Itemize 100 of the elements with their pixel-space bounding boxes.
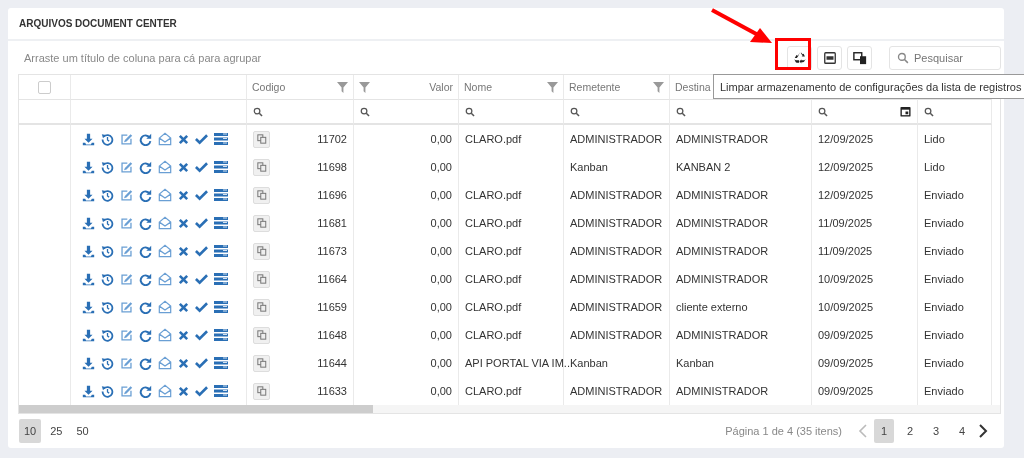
close-icon[interactable] <box>178 161 189 173</box>
edit-icon[interactable] <box>120 132 133 146</box>
download-icon[interactable] <box>82 384 95 398</box>
download-icon[interactable] <box>82 244 95 258</box>
history-icon[interactable] <box>101 384 114 398</box>
list-icon[interactable] <box>214 357 228 369</box>
history-icon[interactable] <box>101 356 114 370</box>
close-icon[interactable] <box>178 189 189 201</box>
refresh-icon[interactable] <box>139 244 152 258</box>
envelope-icon[interactable] <box>158 188 172 202</box>
check-icon[interactable] <box>195 273 208 285</box>
check-icon[interactable] <box>195 133 208 145</box>
column-header[interactable]: Remetente <box>569 81 621 93</box>
refresh-icon[interactable] <box>139 328 152 342</box>
select-all-checkbox[interactable] <box>38 80 51 94</box>
close-icon[interactable] <box>178 133 189 145</box>
search-icon[interactable] <box>465 106 475 117</box>
download-icon[interactable] <box>82 300 95 314</box>
list-icon[interactable] <box>214 329 228 341</box>
edit-icon[interactable] <box>120 244 133 258</box>
page-size-button[interactable]: 50 <box>71 419 94 443</box>
download-icon[interactable] <box>82 356 95 370</box>
list-icon[interactable] <box>214 301 228 313</box>
refresh-icon[interactable] <box>139 160 152 174</box>
close-icon[interactable] <box>178 273 189 285</box>
check-icon[interactable] <box>195 357 208 369</box>
page-button[interactable]: 2 <box>900 419 920 443</box>
search-icon[interactable] <box>676 106 686 117</box>
history-icon[interactable] <box>101 160 114 174</box>
envelope-icon[interactable] <box>158 384 172 398</box>
column-header[interactable]: Nome <box>464 81 492 93</box>
history-icon[interactable] <box>101 132 114 146</box>
column-header[interactable]: Codigo <box>252 81 286 93</box>
close-icon[interactable] <box>178 301 189 313</box>
refresh-icon[interactable] <box>139 356 152 370</box>
edit-icon[interactable] <box>120 216 133 230</box>
download-icon[interactable] <box>82 328 95 342</box>
edit-icon[interactable] <box>120 272 133 286</box>
refresh-icon[interactable] <box>139 384 152 398</box>
copy-button[interactable] <box>253 186 270 204</box>
next-page-icon[interactable] <box>978 424 988 438</box>
column-chooser-button[interactable] <box>847 45 872 70</box>
spreadsheet-export-button[interactable] <box>817 45 842 70</box>
history-icon[interactable] <box>101 244 114 258</box>
copy-button[interactable] <box>253 158 270 176</box>
refresh-icon[interactable] <box>139 132 152 146</box>
history-icon[interactable] <box>101 216 114 230</box>
scrollbar-thumb[interactable] <box>19 405 373 413</box>
download-icon[interactable] <box>82 160 95 174</box>
refresh-icon[interactable] <box>139 216 152 230</box>
copy-button[interactable] <box>253 130 270 148</box>
edit-icon[interactable] <box>120 188 133 202</box>
copy-button[interactable] <box>253 298 270 316</box>
edit-icon[interactable] <box>120 300 133 314</box>
check-icon[interactable] <box>195 161 208 173</box>
column-header[interactable]: Valor <box>429 81 453 93</box>
list-icon[interactable] <box>214 217 228 229</box>
envelope-icon[interactable] <box>158 328 172 342</box>
filter-icon[interactable] <box>359 81 370 93</box>
list-icon[interactable] <box>214 189 228 201</box>
check-icon[interactable] <box>195 385 208 397</box>
copy-button[interactable] <box>253 326 270 344</box>
copy-button[interactable] <box>253 382 270 400</box>
search-field[interactable]: Pesquisar <box>889 45 1001 70</box>
filter-icon[interactable] <box>547 81 558 93</box>
check-icon[interactable] <box>195 189 208 201</box>
envelope-icon[interactable] <box>158 216 172 230</box>
refresh-icon[interactable] <box>139 188 152 202</box>
history-icon[interactable] <box>101 188 114 202</box>
envelope-icon[interactable] <box>158 300 172 314</box>
close-icon[interactable] <box>178 217 189 229</box>
refresh-icon[interactable] <box>139 300 152 314</box>
edit-icon[interactable] <box>120 160 133 174</box>
page-button[interactable]: 3 <box>926 419 946 443</box>
envelope-icon[interactable] <box>158 132 172 146</box>
edit-icon[interactable] <box>120 328 133 342</box>
copy-button[interactable] <box>253 354 270 372</box>
close-icon[interactable] <box>178 245 189 257</box>
copy-button[interactable] <box>253 242 270 260</box>
page-size-button[interactable]: 10 <box>19 419 42 443</box>
close-icon[interactable] <box>178 329 189 341</box>
envelope-icon[interactable] <box>158 160 172 174</box>
history-icon[interactable] <box>101 272 114 286</box>
search-icon[interactable] <box>570 106 580 117</box>
envelope-icon[interactable] <box>158 244 172 258</box>
check-icon[interactable] <box>195 329 208 341</box>
close-icon[interactable] <box>178 385 189 397</box>
close-icon[interactable] <box>178 357 189 369</box>
list-icon[interactable] <box>214 385 228 397</box>
history-icon[interactable] <box>101 328 114 342</box>
column-header[interactable]: Destina <box>675 81 711 93</box>
list-icon[interactable] <box>214 245 228 257</box>
envelope-icon[interactable] <box>158 356 172 370</box>
filter-icon[interactable] <box>337 81 348 93</box>
copy-button[interactable] <box>253 214 270 232</box>
search-icon[interactable] <box>924 106 934 117</box>
list-icon[interactable] <box>214 161 228 173</box>
page-button[interactable]: 4 <box>952 419 972 443</box>
download-icon[interactable] <box>82 272 95 286</box>
copy-button[interactable] <box>253 270 270 288</box>
